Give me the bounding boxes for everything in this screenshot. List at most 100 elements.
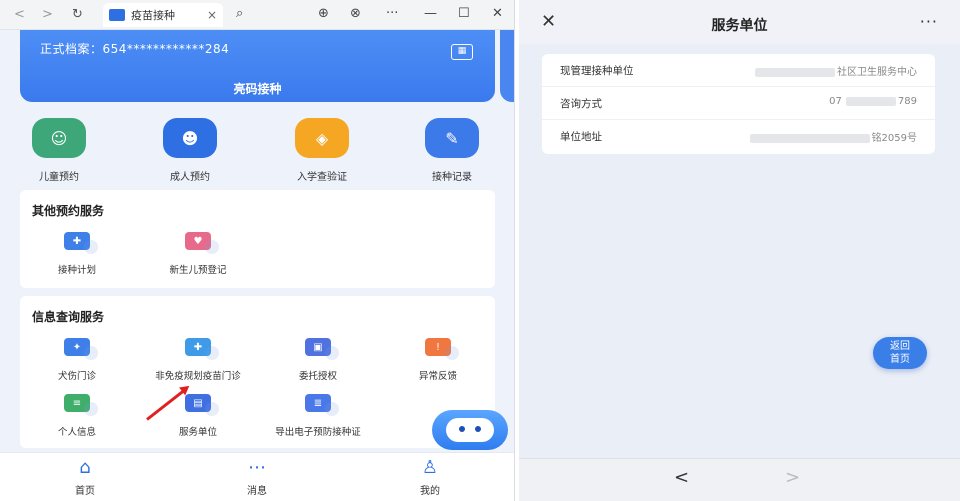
clinic-icon: ✚ <box>185 338 219 360</box>
redacted-text <box>755 67 835 77</box>
next-card-peek <box>500 30 514 102</box>
adult-icon: ☻ <box>163 118 217 158</box>
tab-title: 疫苗接种 <box>131 9 175 22</box>
browser-toolbar: < > ↻ 疫苗接种 × ⌕ ⊕ ⊗ ··· — ☐ ✕ <box>0 0 514 30</box>
service-export-certificate[interactable]: ≣ 导出电子预防接种证 <box>263 394 373 438</box>
search-icon[interactable]: ⌕ <box>236 6 243 21</box>
building-icon: ▤ <box>185 394 219 416</box>
service-label: 个人信息 <box>57 427 96 438</box>
service-unit-page: ✕ 服务单位 ··· 现管理接种单位 社区卫生服务中心 咨询方式 07 789 单… <box>519 0 960 501</box>
tab-label: 消息 <box>247 486 267 497</box>
show-code-button[interactable]: 亮码接种 <box>20 80 495 97</box>
service-label: 委托授权 <box>298 371 337 382</box>
redacted-text <box>845 96 896 106</box>
service-label: 导出电子预防接种证 <box>275 427 361 438</box>
service-label: 新生儿预登记 <box>169 265 227 276</box>
quick-action-records[interactable]: ✎ 接种记录 <box>407 118 497 183</box>
info-value: 07 789 <box>829 96 917 107</box>
service-non-immunization-clinic[interactable]: ✚ 非免疫规划疫苗门诊 <box>143 338 253 382</box>
more-icon[interactable]: ··· <box>386 6 398 21</box>
forward-button[interactable]: > <box>42 7 53 22</box>
service-label: 异常反馈 <box>418 371 457 382</box>
browser-tab[interactable]: 疫苗接种 × <box>103 3 223 27</box>
feedback-icon: ! <box>425 338 459 360</box>
service-label: 接种计划 <box>57 265 96 276</box>
info-key: 单位地址 <box>560 131 602 143</box>
back-button[interactable]: < <box>14 7 25 22</box>
quick-action-label: 儿童预约 <box>39 172 79 183</box>
syringe-icon: ✎ <box>425 118 479 158</box>
quick-action-child-appointment[interactable]: ☺ 儿童预约 <box>14 118 104 183</box>
tab-close-button[interactable]: × <box>207 8 217 22</box>
authorization-icon: ▣ <box>305 338 339 360</box>
quick-action-label: 接种记录 <box>432 172 472 183</box>
service-personal-info[interactable]: ≡ 个人信息 <box>22 394 132 438</box>
info-value: 社区卫生服务中心 <box>755 63 917 78</box>
user-icon: ♙ <box>421 457 439 478</box>
archive-label: 正式档案：654************284 <box>40 42 230 56</box>
download-icon[interactable]: ⊕ <box>318 6 329 21</box>
info-value: 铭2059号 <box>749 129 917 144</box>
newborn-icon: ♥ <box>185 232 219 254</box>
more-menu-icon[interactable]: ··· <box>920 12 938 31</box>
robot-eye <box>459 426 465 432</box>
info-row-unit: 现管理接种单位 社区卫生服务中心 <box>542 54 935 87</box>
return-home-button[interactable]: 返回 首页 <box>873 337 927 369</box>
reload-button[interactable]: ↻ <box>72 7 83 22</box>
return-home-label-1: 返回 <box>890 341 910 352</box>
shield-icon: ◈ <box>295 118 349 158</box>
tab-messages[interactable]: ⋯ 消息 <box>227 458 287 498</box>
info-key: 咨询方式 <box>560 98 602 110</box>
plan-icon: ✚ <box>64 232 98 254</box>
service-service-unit[interactable]: ▤ 服务单位 <box>143 394 253 438</box>
child-icon: ☺ <box>32 118 86 158</box>
vaccine-app-home: < > ↻ 疫苗接种 × ⌕ ⊕ ⊗ ··· — ☐ ✕ 正式档案：654***… <box>0 0 515 501</box>
info-value-text: 789 <box>897 96 917 107</box>
maximize-button[interactable]: ☐ <box>458 6 470 21</box>
service-abnormal-feedback[interactable]: ! 异常反馈 <box>383 338 493 382</box>
info-value-text: 铭2059号 <box>871 133 917 144</box>
previous-button[interactable]: < <box>674 467 689 488</box>
dog-icon: ✦ <box>64 338 98 360</box>
tab-label: 我的 <box>420 486 440 497</box>
assistant-robot-button[interactable] <box>432 410 508 450</box>
service-label: 非免疫规划疫苗门诊 <box>155 371 241 382</box>
close-window-button[interactable]: ✕ <box>492 6 503 21</box>
screenshot-root: < > ↻ 疫苗接种 × ⌕ ⊕ ⊗ ··· — ☐ ✕ 正式档案：654***… <box>0 0 960 501</box>
quick-action-school-check[interactable]: ◈ 入学查验证 <box>277 118 367 183</box>
other-services-card: 其他预约服务 ✚ 接种计划 ♥ 新生儿预登记 <box>20 190 495 288</box>
minimize-button[interactable]: — <box>424 6 437 21</box>
page-footer-nav: < > <box>519 458 960 501</box>
service-newborn-registration[interactable]: ♥ 新生儿预登记 <box>143 232 253 276</box>
certificate-icon: ≣ <box>305 394 339 416</box>
tab-home[interactable]: ⌂ 首页 <box>55 457 115 498</box>
return-home-label-2: 首页 <box>890 354 910 365</box>
quick-action-label: 成人预约 <box>170 172 210 183</box>
id-card-icon: ≡ <box>64 394 98 416</box>
redacted-text <box>749 133 870 143</box>
bottom-tab-bar: ⌂ 首页 ⋯ 消息 ♙ 我的 <box>0 452 514 501</box>
info-services-title: 信息查询服务 <box>32 310 105 324</box>
home-icon: ⌂ <box>79 457 91 478</box>
other-services-title: 其他预约服务 <box>32 204 105 218</box>
info-value-prefix: 07 <box>829 96 842 107</box>
tab-label: 首页 <box>75 486 95 497</box>
globe-icon[interactable]: ⊗ <box>350 6 361 21</box>
tab-mine[interactable]: ♙ 我的 <box>400 457 460 498</box>
quick-action-label: 入学查验证 <box>297 172 347 183</box>
page-title: 服务单位 <box>711 18 768 34</box>
service-label: 犬伤门诊 <box>57 371 96 382</box>
qr-code-icon[interactable]: ▦ <box>451 44 473 60</box>
next-button[interactable]: > <box>785 467 800 488</box>
service-unit-info-card: 现管理接种单位 社区卫生服务中心 咨询方式 07 789 单位地址 铭2059号 <box>542 54 935 154</box>
quick-actions: ☺ 儿童预约 ☻ 成人预约 ◈ 入学查验证 ✎ 接种记录 <box>14 118 504 183</box>
quick-action-adult-appointment[interactable]: ☻ 成人预约 <box>145 118 235 183</box>
service-dog-bite-clinic[interactable]: ✦ 犬伤门诊 <box>22 338 132 382</box>
service-label: 服务单位 <box>178 427 217 438</box>
archive-banner: 正式档案：654************284 ▦ 亮码接种 <box>20 30 495 102</box>
tab-favicon-icon <box>109 9 125 21</box>
info-key: 现管理接种单位 <box>560 65 634 77</box>
info-services-card: 信息查询服务 ✦ 犬伤门诊 ✚ 非免疫规划疫苗门诊 ▣ 委托授权 ! 异常反馈 … <box>20 296 495 448</box>
service-authorization[interactable]: ▣ 委托授权 <box>263 338 373 382</box>
service-vaccination-plan[interactable]: ✚ 接种计划 <box>22 232 132 276</box>
